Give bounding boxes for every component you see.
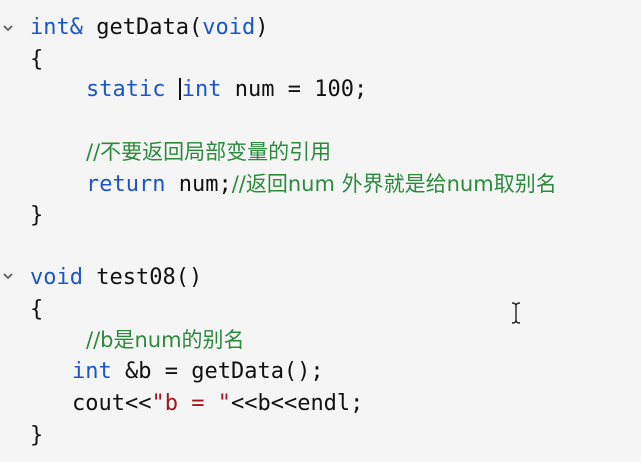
open-brace: { — [30, 297, 44, 322]
close-brace: } — [30, 423, 44, 448]
code-editor[interactable]: int& getData(void) { static int num = 10… — [0, 0, 641, 462]
function-signature-getdata: int& getData(void) — [30, 14, 268, 42]
int-keyword: int — [181, 77, 222, 102]
declaration-text: num = — [221, 77, 315, 102]
return-value: num; — [165, 172, 232, 197]
inline-comment: //返回num 外界就是给num取别名 — [231, 172, 557, 196]
fold-chevron-icon[interactable] — [2, 270, 14, 282]
int-reference-line: int &b = getData(); — [72, 358, 324, 386]
return-keyword: return — [86, 172, 166, 197]
comment-line: //b是num的别名 — [86, 328, 245, 352]
int-keyword: int — [72, 359, 112, 384]
static-declaration-line: static int num = 100; — [86, 76, 367, 104]
cout-line: cout<<"b = "<<b<<endl; — [72, 390, 363, 418]
string-literal: "b = " — [151, 391, 231, 416]
function-name: getData( — [96, 15, 203, 40]
cout-prefix: cout<< — [72, 391, 152, 416]
number-literal: 100 — [314, 77, 354, 102]
return-line: return num;//返回num 外界就是给num取别名 — [86, 170, 557, 198]
comment-line: //不要返回局部变量的引用 — [86, 140, 332, 164]
function-signature-test08: void test08() — [30, 264, 202, 292]
cout-suffix: <<b<<endl; — [230, 391, 364, 416]
text-caret — [178, 78, 181, 100]
reference-declaration: &b = getData(); — [111, 359, 324, 384]
open-brace: { — [30, 47, 44, 72]
text-cursor-icon — [510, 302, 522, 324]
semicolon: ; — [353, 77, 368, 102]
paren-close: ) — [255, 15, 269, 40]
close-brace: } — [30, 203, 44, 228]
param-keyword: void — [202, 15, 256, 40]
fold-chevron-icon[interactable] — [2, 22, 14, 34]
static-keyword: static — [86, 77, 166, 102]
void-keyword: void — [30, 265, 83, 290]
type-keyword: int& — [30, 15, 83, 40]
function-name: test08() — [82, 265, 203, 290]
